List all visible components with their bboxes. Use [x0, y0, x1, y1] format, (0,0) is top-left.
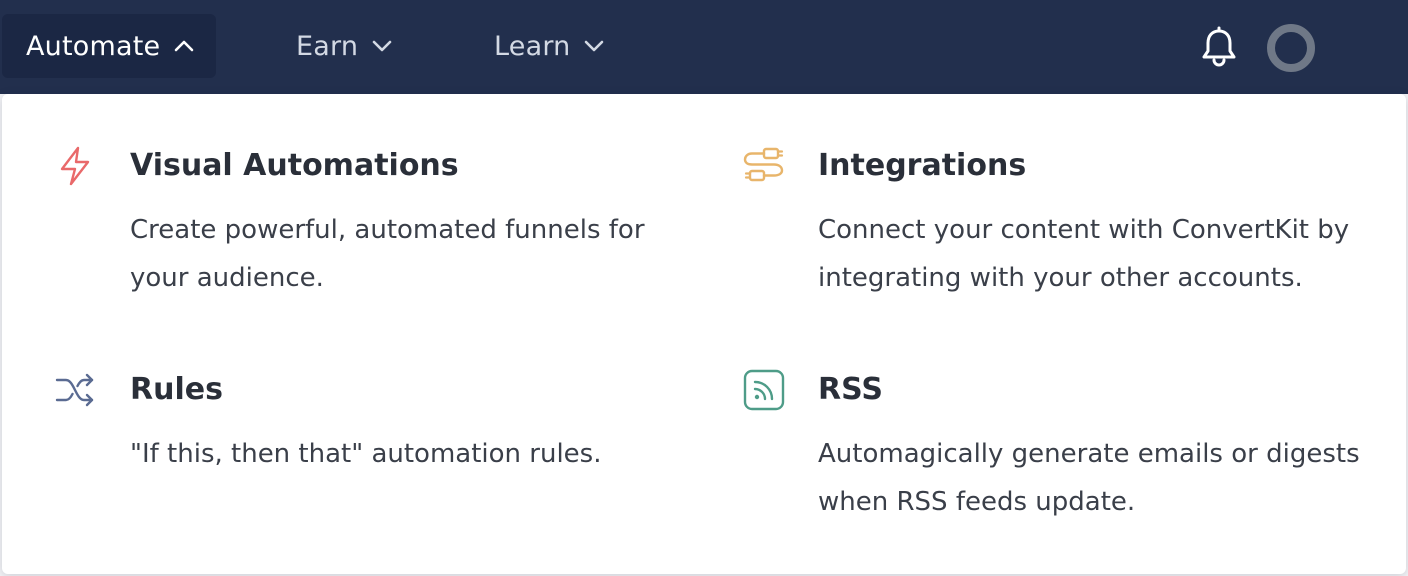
menu-item-description: Connect your content with ConvertKit by … — [818, 215, 1350, 293]
chevron-down-icon — [584, 39, 604, 53]
nav-earn-label: Earn — [296, 30, 359, 62]
menu-item-visual-automations[interactable]: Visual Automations Create powerful, auto… — [54, 144, 674, 304]
nav-learn-label: Learn — [494, 30, 571, 62]
nav-automate[interactable]: Automate — [2, 14, 216, 78]
menu-item-title: RSS — [818, 372, 883, 407]
nav-earn[interactable]: Earn — [296, 14, 392, 78]
menu-item-rss[interactable]: RSS Automagically generate emails or dig… — [742, 368, 1382, 528]
automate-dropdown-menu: Visual Automations Create powerful, auto… — [2, 94, 1406, 574]
bell-icon[interactable] — [1198, 26, 1240, 68]
chevron-up-icon — [174, 39, 194, 53]
plug-connector-icon — [742, 144, 786, 188]
top-navigation-bar: Automate Earn Learn — [0, 0, 1408, 94]
shuffle-icon — [54, 368, 98, 412]
rss-icon — [742, 368, 786, 412]
menu-item-title: Visual Automations — [130, 148, 459, 183]
lightning-bolt-icon — [54, 144, 98, 188]
nav-automate-label: Automate — [26, 30, 161, 62]
menu-item-title: Integrations — [818, 148, 1027, 183]
menu-item-description: Create powerful, automated funnels for y… — [130, 215, 645, 293]
nav-learn[interactable]: Learn — [494, 14, 604, 78]
menu-item-integrations[interactable]: Integrations Connect your content with C… — [742, 144, 1382, 304]
chevron-down-icon — [372, 39, 392, 53]
avatar[interactable] — [1267, 24, 1315, 72]
menu-item-description: Automagically generate emails or digests… — [818, 439, 1360, 517]
menu-item-description: "If this, then that" automation rules. — [130, 439, 602, 469]
menu-item-title: Rules — [130, 372, 223, 407]
menu-item-rules[interactable]: Rules "If this, then that" automation ru… — [54, 368, 674, 488]
